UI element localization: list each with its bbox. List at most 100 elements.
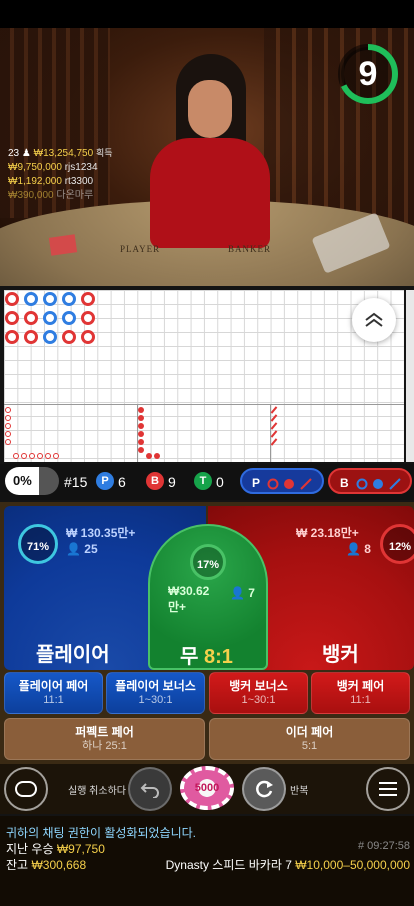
winner-count: 23 ♟ — [8, 148, 31, 159]
banker-predict-button[interactable]: B — [328, 468, 412, 494]
player-total-bet: ₩ 130.35만+ — [66, 526, 136, 540]
big-eye-mark — [146, 453, 152, 459]
tie-bet-spot[interactable]: 17% ₩30.62만+ 👤 7 무 8:1 — [148, 524, 268, 670]
perfect-pair-button[interactable]: 퍼펙트 페어 하나 25:1 — [4, 718, 205, 760]
big-eye-mark — [138, 447, 144, 453]
winner-row: ₩390,000 다온마루 — [8, 189, 113, 203]
predict-b-label: B — [340, 476, 349, 490]
balance-amount: ₩300,668 — [31, 858, 87, 872]
winner-amount: ₩390,000 — [8, 190, 54, 201]
small-road-mark — [13, 453, 19, 459]
side-bet-label: 플레이어 페어 — [18, 679, 89, 693]
side-bet-payout: 하나 25:1 — [82, 740, 127, 752]
player-bonus-button[interactable]: 플레이어 보너스 1~30:1 — [106, 672, 205, 714]
tie-wins: 0 — [216, 474, 224, 490]
small-road-mark — [21, 453, 27, 459]
player-bettor-count: 25 — [84, 542, 98, 556]
banker-bead — [5, 330, 19, 344]
chevron-up-icon — [365, 312, 383, 327]
hamburger-menu-icon — [379, 782, 397, 796]
banker-pair-button[interactable]: 뱅커 페어 11:1 — [311, 672, 410, 714]
small-road-mark — [37, 453, 43, 459]
player-badge: P — [96, 472, 114, 490]
tie-bettors: 👤 7 — [230, 586, 255, 600]
either-pair-button[interactable]: 이더 페어 5:1 — [209, 718, 410, 760]
banker-bead — [5, 292, 19, 306]
small-road-mark — [5, 415, 11, 421]
winner-user: rt3300 — [64, 176, 94, 187]
side-bet-label: 플레이어 보너스 — [115, 679, 196, 693]
app-root: PLAYER BANKER 23 ♟ ₩13,254,750 획득 ₩9,750… — [0, 0, 414, 906]
balance: 잔고 ₩300,668 — [6, 856, 86, 873]
banker-bettor-count: 8 — [364, 542, 371, 556]
tie-total-bet: ₩30.62만+ — [168, 584, 210, 614]
banker-bead — [62, 330, 76, 344]
status-bar — [0, 0, 414, 28]
player-pair-button[interactable]: 플레이어 페어 11:1 — [4, 672, 103, 714]
winner-amount: ₩9,750,000 — [8, 162, 62, 173]
winner-row: ₩1,192,000 rt3300 — [8, 175, 113, 189]
banker-bonus-button[interactable]: 뱅커 보너스 1~30:1 — [209, 672, 308, 714]
player-predict-button[interactable]: P — [240, 468, 324, 494]
stats-bar: 0% #15 P6 B9 T0 P B — [0, 464, 414, 500]
last-win-label: 지난 우승 — [6, 842, 54, 856]
roadmap-divider — [4, 404, 404, 405]
undo-icon — [140, 783, 159, 799]
player-bead — [62, 311, 76, 325]
collapse-roadmap-button[interactable] — [352, 298, 396, 342]
chip-selector[interactable]: 5000 — [180, 766, 234, 810]
banker-badge: B — [146, 472, 164, 490]
roadmap[interactable] — [4, 290, 404, 462]
tie-badge: T — [194, 472, 212, 490]
table-banker-text: BANKER — [228, 244, 272, 254]
winner-summary: 23 ♟ ₩13,254,750 획득 — [8, 146, 113, 161]
winners-list: 23 ♟ ₩13,254,750 획득 ₩9,750,000 rjs1234 ₩… — [8, 146, 113, 203]
chat-button[interactable] — [4, 767, 48, 811]
small-road-mark — [5, 431, 11, 437]
winner-suffix: 획득 — [95, 148, 113, 158]
table-name: Dynasty 스피드 바카라 7 — [165, 858, 292, 872]
tie-percent: 17% — [190, 544, 226, 580]
big-eye-mark — [138, 423, 144, 429]
balance-label: 잔고 — [6, 858, 29, 872]
winner-amount: ₩1,192,000 — [8, 176, 62, 187]
info-panel: 귀하의 채팅 권한이 활성화되었습니다. 지난 우승 ₩97,750 # 09:… — [0, 816, 414, 906]
small-road-mark — [29, 453, 35, 459]
repeat-button[interactable] — [242, 767, 286, 811]
predict-b-icon — [356, 478, 401, 490]
winner-total: ₩13,254,750 — [33, 148, 94, 159]
side-bet-label: 뱅커 보너스 — [229, 679, 288, 693]
small-road-mark — [45, 453, 51, 459]
banker-bead — [81, 292, 95, 306]
player-wins: 6 — [118, 474, 126, 490]
player-label: 플레이어 — [36, 644, 110, 666]
player-bead — [43, 292, 57, 306]
countdown-timer: 9 — [336, 42, 400, 106]
side-bet-payout: 1~30:1 — [241, 694, 276, 706]
bet-controls: 실행 취소하다 5000 반복 — [0, 764, 414, 814]
win-percentage-toggle[interactable]: 0% — [5, 467, 59, 495]
betting-area: 71% ₩ 130.35만+ 👤 25 플레이어 ₩ 23.18만+ 👤 8 1… — [0, 502, 414, 766]
predict-p-label: P — [252, 476, 260, 490]
undo-button[interactable] — [128, 767, 172, 811]
menu-button[interactable] — [366, 767, 410, 811]
undo-label: 실행 취소하다 — [68, 786, 126, 797]
big-eye-mark — [138, 431, 144, 437]
side-bet-payout: 5:1 — [301, 740, 318, 752]
player-bead — [62, 292, 76, 306]
tie-payout: 8:1 — [203, 646, 233, 668]
side-bet-payout: 11:1 — [350, 694, 371, 706]
table-info: Dynasty 스피드 바카라 7 ₩10,000–50,000,000 — [166, 856, 410, 873]
small-road-mark — [5, 423, 11, 429]
banker-bettors: 👤 8 — [346, 542, 371, 556]
banker-bead — [24, 330, 38, 344]
player-bead — [43, 330, 57, 344]
side-bet-label: 이더 페어 — [285, 725, 334, 739]
banker-bead — [5, 311, 19, 325]
player-bead — [24, 292, 38, 306]
winner-user: 다온마루 — [56, 190, 94, 201]
dealer-face — [188, 80, 232, 138]
tie-bettor-count: 7 — [248, 586, 255, 600]
dealer-body — [150, 138, 270, 248]
winner-row: ₩9,750,000 rjs1234 — [8, 161, 113, 175]
